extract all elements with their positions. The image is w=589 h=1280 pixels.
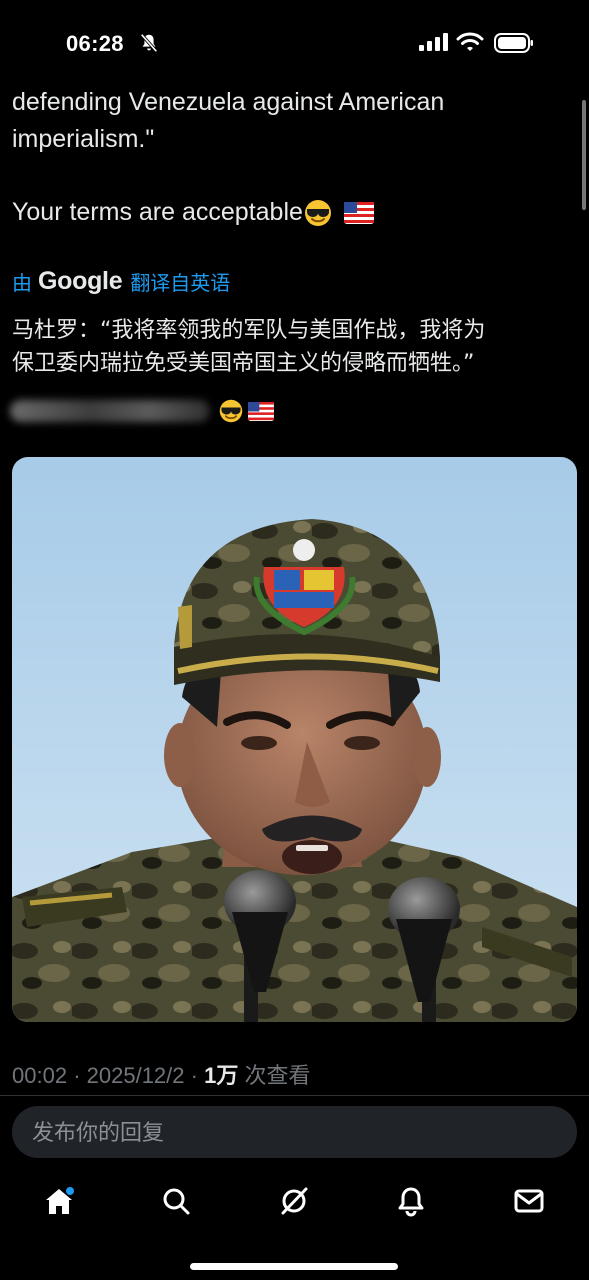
tweet-text-line: imperialism." [12,125,155,153]
google-logo: Google [38,266,123,295]
bell-muted-icon [140,33,158,53]
translated-terms-line [10,396,274,426]
view-label: 次查看 [244,1063,311,1088]
reply-box[interactable] [12,1106,577,1160]
bell-icon [398,1187,424,1217]
tweet-terms-line: Your terms are acceptable [12,194,374,231]
media-illustration [12,457,577,1022]
tweet-time: 00:02 [12,1063,68,1088]
translated-line: 马杜罗：“我将率领我的军队与美国作战，我将为 [12,318,486,343]
meta-separator: · [190,1063,205,1088]
sunglasses-emoji-icon [219,399,243,423]
wifi-icon [456,32,484,51]
home-indicator[interactable] [190,1263,398,1270]
tweet-text: defending Venezuela against American imp… [12,84,572,158]
tweet-date: 2025/12/2 [86,1063,185,1088]
nav-messages-button[interactable] [509,1184,549,1218]
translated-line: 保卫委内瑞拉免受美国帝国主义的侵略而牺牲。” [12,351,475,376]
cellular-signal-icon [419,33,448,51]
search-icon [163,1188,190,1215]
scrollbar[interactable] [582,100,586,210]
meta-separator: · [73,1063,87,1088]
sunglasses-emoji-icon [304,200,331,227]
us-flag-emoji-icon [343,202,374,225]
translation-attribution[interactable]: 由 Google 翻译自英语 [12,264,230,298]
status-bar: 06:28 [0,0,589,80]
translation-prefix: 由 [12,272,32,295]
battery-icon [494,33,533,53]
home-icon [46,1187,74,1214]
envelope-icon [514,1189,544,1213]
tweet-media-image[interactable] [12,457,577,1022]
translated-text: 马杜罗：“我将率领我的军队与美国作战，我将为 保卫委内瑞拉免受美国帝国主义的侵略… [12,314,572,380]
grok-icon [281,1187,308,1215]
reply-input[interactable] [30,1106,554,1160]
nav-home-button[interactable] [39,1184,79,1218]
tweet-text-line: defending Venezuela against American [12,88,445,116]
status-time: 06:28 [66,31,124,56]
nav-search-button[interactable] [156,1184,196,1218]
tweet-meta: 00:02 · 2025/12/2 · 1万 次查看 [12,1058,310,1090]
tweet-terms-text: Your terms are acceptable [12,198,303,226]
view-count: 1万 [204,1063,239,1088]
us-flag-emoji-icon [248,401,274,421]
app-screen: 06:28 defending Venezuela against Americ… [0,0,589,1280]
nav-grok-button[interactable] [274,1184,314,1218]
divider [0,1095,589,1096]
translation-source: 翻译自英语 [130,272,231,295]
nav-notifications-button[interactable] [391,1184,431,1218]
blurred-text [10,400,210,422]
